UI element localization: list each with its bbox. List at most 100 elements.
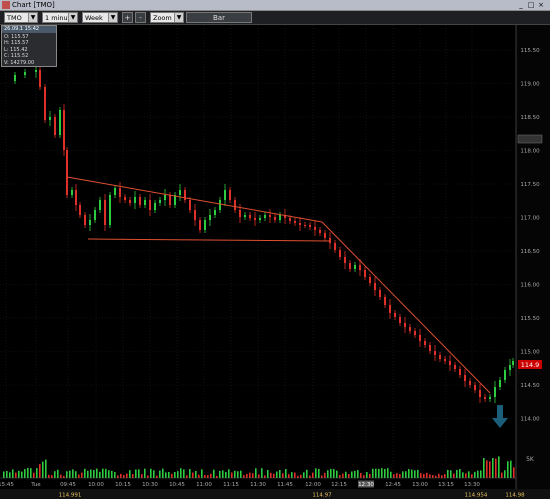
volume-bar [345,471,347,478]
volume-bar [420,473,422,478]
volume-bar [438,473,440,478]
volume-bar [384,468,386,478]
candle-body [244,215,246,217]
volume-bar [312,472,314,478]
volume-bar [366,472,368,478]
bar-style-button[interactable]: Bar [186,12,252,23]
volume-bar [270,472,272,478]
candle-body [364,270,366,277]
volume-bar [219,470,221,478]
volume-bar [87,470,89,478]
volume-bar [189,469,191,478]
volume-bar [261,468,263,478]
volume-bar [468,471,470,478]
price-chart[interactable]: 115.50 119.00 118.50 118.00 117.50 117.00 116.… [0,25,550,499]
candle-body [154,203,156,210]
candle-body [354,265,356,269]
price-tick-label: 115.50 [520,316,540,322]
volume-bar [474,471,476,478]
price-axis-bg [516,25,550,499]
candle-body [369,277,371,283]
volume-bar [249,472,251,478]
candle-body [259,218,261,220]
candle-body [24,72,26,75]
volume-bar [120,473,122,478]
volume-bar [357,470,359,478]
candle-body [144,200,146,205]
candle-body [189,200,191,210]
volume-bar [441,475,443,478]
chart-toolbar: TMO ▼ 1 minute ▼ Week ▼ + - Zoom ▼ Bar [0,11,550,25]
volume-bar [207,475,209,478]
candle-body [319,230,321,233]
candle-body [169,195,171,205]
volume-bar [351,471,353,478]
candle-body [424,341,426,345]
volume-bar [282,473,284,478]
volume-bar [90,469,92,478]
candle-body [414,331,416,335]
candle-body [459,369,461,375]
volume-bar [63,475,65,478]
candle-body [499,380,501,387]
volume-bar [51,475,53,478]
volume-bar [354,470,356,478]
time-tick-label: 12:00 [305,482,321,488]
close-button[interactable]: × [536,1,546,9]
interval-select[interactable]: 1 minute ▼ [42,12,78,23]
candle-body [139,197,141,205]
candle-body [434,351,436,355]
volume-bar [138,469,140,478]
volume-bar [12,469,14,478]
candle-body [234,200,236,210]
zoom-out-button[interactable]: - [135,12,146,23]
zoom-in-button[interactable]: + [122,12,133,23]
volume-bar [321,475,323,478]
candle-body [439,355,441,359]
candle-body [334,243,336,250]
minimize-button[interactable]: _ [516,1,526,9]
volume-bar [513,467,515,478]
candle-body [469,381,471,385]
volume-bar [417,469,419,478]
candle-body [119,188,121,197]
zoom-select[interactable]: Zoom ▼ [150,12,184,23]
maximize-button[interactable]: □ [526,1,536,9]
lower-trendline [87,238,331,242]
volume-axis-label: 5K [526,456,535,463]
volume-bar [243,475,245,478]
candle-body [474,385,476,390]
volume-bar [459,469,461,478]
volume-bar [372,468,374,478]
candle-body [54,117,56,135]
candle-body [134,197,136,203]
volume-bar [315,468,317,478]
ohlc-high: H: 115.57 [4,40,29,47]
price-tick-label: 118.00 [520,149,540,155]
volume-bar [132,474,134,478]
candle-body [104,200,106,225]
time-tick-label: 10:00 [88,482,104,488]
candle-body [399,317,401,323]
candle-body [404,323,406,327]
volume-bar [222,470,224,478]
ohlc-info-box: 26.09.1 15:42 O: 115.57 H: 115.57 L: 115… [1,25,57,67]
symbol-select[interactable]: TMO ▼ [4,12,38,23]
volume-bar [192,472,194,478]
down-arrow-marker [492,405,508,428]
volume-bar [426,472,428,478]
range-select[interactable]: Week ▼ [82,12,118,23]
volume-bar [378,468,380,478]
candle-body [384,297,386,305]
volume-bar [99,471,101,478]
volume-bar [183,469,185,478]
volume-bar [165,472,167,478]
volume-bar [399,473,401,478]
volume-bar [123,475,125,478]
volume-bar [495,458,497,478]
candlesticks [14,64,514,403]
candle-body [339,250,341,257]
candle-body [294,221,296,223]
volume-bar [327,470,329,478]
volume-bar [75,471,77,478]
